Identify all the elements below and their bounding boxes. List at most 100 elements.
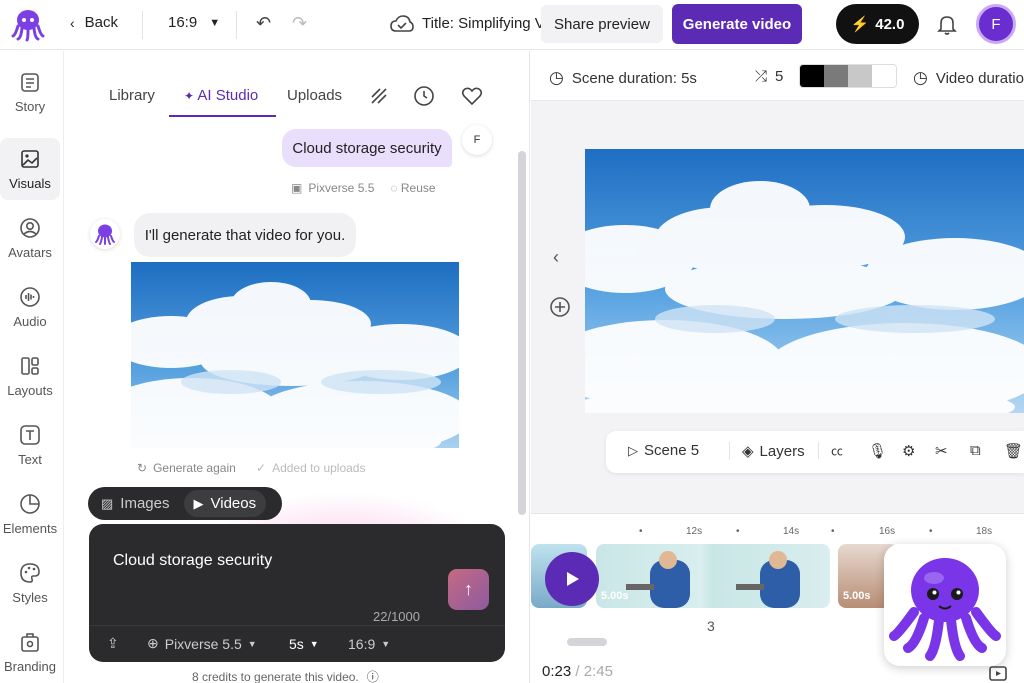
duration-select[interactable]: 5s ▼ xyxy=(289,636,319,652)
history-icon[interactable] xyxy=(413,85,435,107)
model-select[interactable]: ⊕ Pixverse 5.5 ▼ xyxy=(147,635,257,652)
tab-library[interactable]: Library xyxy=(109,87,155,104)
sidebar-item-label: Avatars xyxy=(8,244,52,260)
aspect-ratio-select[interactable]: 16:9 ▼ xyxy=(168,14,220,31)
sidebar-item-visuals[interactable]: Visuals xyxy=(0,138,60,200)
upload-icon[interactable]: ⇪ xyxy=(107,635,119,652)
layers-button[interactable]: ◈ Layers xyxy=(729,442,805,460)
tab-label: AI Studio xyxy=(197,87,259,104)
timeline-clip[interactable]: 5.00s xyxy=(596,544,830,608)
model-label: Pixverse 5.5 xyxy=(308,181,375,195)
tab-uploads[interactable]: Uploads xyxy=(287,87,342,104)
share-preview-button[interactable]: Share preview xyxy=(541,5,663,43)
redo-icon[interactable]: ↷ xyxy=(292,13,307,34)
chevron-down-icon: ▼ xyxy=(309,638,319,649)
trash-icon[interactable]: 🗑︎ xyxy=(1004,442,1023,460)
avatar-icon xyxy=(20,217,40,238)
gear-icon[interactable]: ⚙ xyxy=(902,442,915,460)
images-toggle-option[interactable]: ▨ Images xyxy=(91,490,180,517)
tick-label: 18s xyxy=(976,526,993,537)
chevron-down-icon: ▼ xyxy=(381,638,391,649)
playback-time: 0:23 / 2:45 xyxy=(542,663,613,680)
octopus-mascot-icon[interactable] xyxy=(884,544,1006,666)
scene-preview-canvas[interactable] xyxy=(585,149,1024,413)
microphone-icon[interactable]: 🎙︎ xyxy=(868,442,887,460)
scene-duration[interactable]: ◷ Scene duration: 5s xyxy=(549,68,697,88)
generate-video-button[interactable]: Generate video xyxy=(672,4,802,44)
sidebar-item-label: Styles xyxy=(12,589,48,605)
sidebar-item-label: Story xyxy=(14,98,46,114)
tick-label: 14s xyxy=(783,526,800,537)
scene-selector[interactable]: ▷ Scene 5 xyxy=(628,442,699,459)
sidebar-item-story[interactable]: Story xyxy=(0,61,60,123)
clock-icon: ◷ xyxy=(913,68,928,87)
back-label: Back xyxy=(84,14,119,31)
swatch-light-gray[interactable] xyxy=(848,65,872,87)
chevron-down-icon: ▼ xyxy=(247,638,257,649)
video-duration-label: Video duratio xyxy=(935,69,1024,87)
videos-label: Videos xyxy=(210,495,257,512)
branding-icon xyxy=(21,632,39,652)
panel-scrollbar[interactable] xyxy=(518,151,526,515)
reuse-label: Reuse xyxy=(400,181,436,195)
shuffle-icon: ⤮ xyxy=(755,68,768,85)
sidebar-item-label: Audio xyxy=(13,313,47,329)
play-button[interactable] xyxy=(545,552,599,606)
add-scene-icon[interactable] xyxy=(549,296,571,318)
assistant-message: I'll generate that video for you. xyxy=(134,213,356,257)
user-message: Cloud storage security xyxy=(282,129,452,167)
sidebar-item-elements[interactable]: Elements xyxy=(0,483,60,545)
sidebar-item-styles[interactable]: Styles xyxy=(0,552,60,614)
added-label: Added to uploads xyxy=(272,461,366,475)
video-library-icon[interactable] xyxy=(987,662,1009,683)
bell-icon[interactable] xyxy=(935,12,959,36)
prompt-input[interactable]: Cloud storage security xyxy=(113,552,272,570)
duplicate-icon[interactable]: ⧉ xyxy=(970,442,981,459)
clip-thumbnail xyxy=(626,551,800,608)
sidebar-item-avatars[interactable]: Avatars xyxy=(0,207,60,269)
credits-badge[interactable]: ⚡ 42.0 xyxy=(836,4,919,44)
editor-main: ◷ Scene duration: 5s ⤮ 5 ◷ Video duratio… xyxy=(531,51,1024,683)
timeline-scrollbar[interactable] xyxy=(567,638,607,646)
sidebar-item-layouts[interactable]: Layouts xyxy=(0,345,60,407)
globe-icon: ⊕ xyxy=(147,635,159,651)
swatch-gray[interactable] xyxy=(824,65,848,87)
chevron-left-icon[interactable]: ‹ xyxy=(553,247,559,268)
sidebar-item-text[interactable]: Text xyxy=(0,414,60,476)
tick-dot: • xyxy=(736,526,740,537)
octopus-logo-icon[interactable] xyxy=(10,6,46,42)
clip-duration: 5.00s xyxy=(843,590,871,602)
ai-studio-panel: Library ✦ AI Studio Uploads Cloud storag… xyxy=(64,51,530,683)
info-icon[interactable]: ⓘ xyxy=(367,668,379,683)
captions-icon[interactable]: ㏄ xyxy=(818,442,843,459)
heart-icon[interactable] xyxy=(461,85,483,107)
added-to-uploads-status: ✓ Added to uploads xyxy=(256,461,365,475)
shuffle-button[interactable]: ⤮ 5 xyxy=(755,68,783,85)
swatch-white[interactable] xyxy=(872,65,896,87)
videos-toggle-option[interactable]: ▶ Videos xyxy=(183,490,267,517)
tick-dot: • xyxy=(929,526,933,537)
send-button[interactable]: ↑ xyxy=(448,569,489,610)
timeline: • 12s • 14s • 16s • 18s 5.00s 5.00s 3 0:… xyxy=(531,513,1024,683)
divider xyxy=(142,11,143,39)
generate-again-button[interactable]: ↻ Generate again xyxy=(137,461,236,475)
color-swatches[interactable] xyxy=(799,64,897,88)
ratio-select[interactable]: 16:9 ▼ xyxy=(348,636,390,652)
reuse-button[interactable]: ◌ Reuse xyxy=(390,181,435,195)
generated-video-thumbnail[interactable] xyxy=(131,262,459,448)
user-avatar[interactable]: F xyxy=(976,4,1016,44)
video-duration[interactable]: ◷ Video duratio xyxy=(913,68,1024,88)
scissors-icon[interactable]: ✂ xyxy=(935,442,948,460)
pattern-icon[interactable] xyxy=(368,85,390,107)
aspect-ratio-value: 16:9 xyxy=(168,14,198,31)
back-button[interactable]: ‹ Back xyxy=(70,14,118,31)
media-type-toggle: ▨ Images ▶ Videos xyxy=(88,487,282,520)
char-count: 22/1000 xyxy=(373,609,420,624)
scene-number: 3 xyxy=(707,618,715,634)
swatch-black[interactable] xyxy=(800,65,824,87)
tab-ai-studio[interactable]: ✦ AI Studio xyxy=(184,87,258,104)
sidebar-item-audio[interactable]: Audio xyxy=(0,276,60,338)
sidebar-item-branding[interactable]: Branding xyxy=(0,621,60,683)
layers-label: Layers xyxy=(759,442,805,460)
undo-icon[interactable]: ↶ xyxy=(256,13,271,34)
